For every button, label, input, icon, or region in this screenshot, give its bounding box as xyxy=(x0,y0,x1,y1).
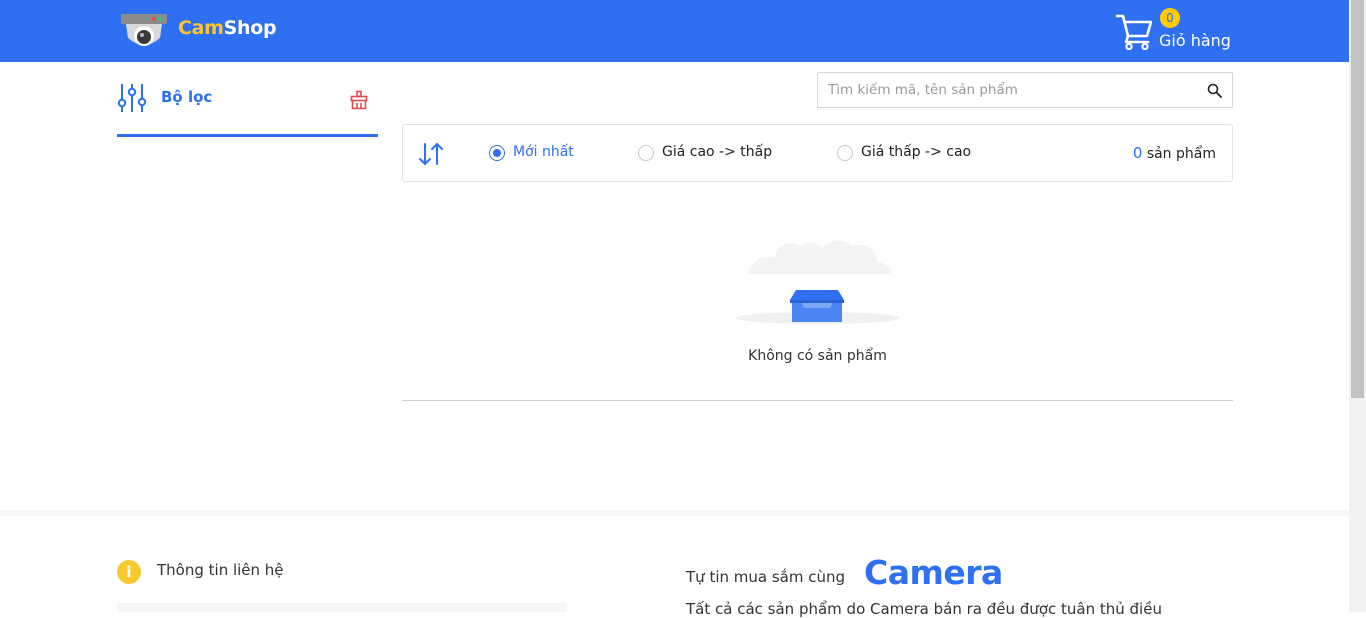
brand-part-shop: Shop xyxy=(223,17,277,39)
shopping-cart-icon xyxy=(1116,14,1152,50)
sort-bar: Mới nhất Giá cao -> thấp Giá thấp -> cao… xyxy=(402,124,1233,182)
info-icon-glyph: i xyxy=(126,563,132,581)
info-icon: i xyxy=(117,560,141,584)
contact-info-title: Thông tin liên hệ xyxy=(157,561,284,579)
radio-price-low-high[interactable] xyxy=(837,145,853,161)
scrollbar-thumb[interactable] xyxy=(1351,0,1364,398)
content-divider xyxy=(402,400,1233,401)
search-input[interactable] xyxy=(828,80,1188,100)
broom-clear-filter-icon[interactable] xyxy=(349,90,369,110)
sort-option-label: Giá thấp -> cao xyxy=(861,144,972,160)
radio-price-high-low[interactable] xyxy=(638,145,654,161)
sort-arrows-icon xyxy=(419,143,443,165)
filter-header: Bộ lọc xyxy=(117,80,378,137)
confidence-heading: Tự tin mua sắm cùng xyxy=(686,568,846,586)
confidence-description: Tất cả các sản phẩm do Camera bán ra đều… xyxy=(686,600,1162,618)
confidence-brand: Camera xyxy=(864,553,1003,592)
cart-count-badge: 0 xyxy=(1160,8,1180,28)
cart-button[interactable]: 0 Giỏ hàng xyxy=(1114,8,1236,54)
search-box xyxy=(817,72,1233,108)
cart-label: Giỏ hàng xyxy=(1159,31,1231,50)
product-count-number: 0 xyxy=(1132,144,1143,162)
brand-name[interactable]: CamShop xyxy=(178,17,277,39)
contact-info-panel xyxy=(117,603,567,612)
sort-option-label: Giá cao -> thấp xyxy=(662,144,773,160)
page-scrollbar[interactable] xyxy=(1349,0,1366,612)
brand-part-cam: Cam xyxy=(178,17,224,39)
sliders-filter-icon xyxy=(117,84,147,112)
filter-title: Bộ lọc xyxy=(161,88,213,106)
radio-newest[interactable] xyxy=(489,145,505,161)
product-count: 0 sản phẩm xyxy=(1133,144,1216,162)
sort-option-label: Mới nhất xyxy=(513,144,574,160)
search-icon[interactable] xyxy=(1207,83,1222,98)
footer-separator xyxy=(0,510,1349,516)
camera-logo-icon[interactable] xyxy=(120,12,170,52)
empty-box-illustration xyxy=(736,240,900,324)
empty-message: Không có sản phẩm xyxy=(748,348,887,364)
top-header: CamShop 0 Giỏ hàng xyxy=(0,0,1349,62)
product-count-label: sản phẩm xyxy=(1146,146,1216,162)
